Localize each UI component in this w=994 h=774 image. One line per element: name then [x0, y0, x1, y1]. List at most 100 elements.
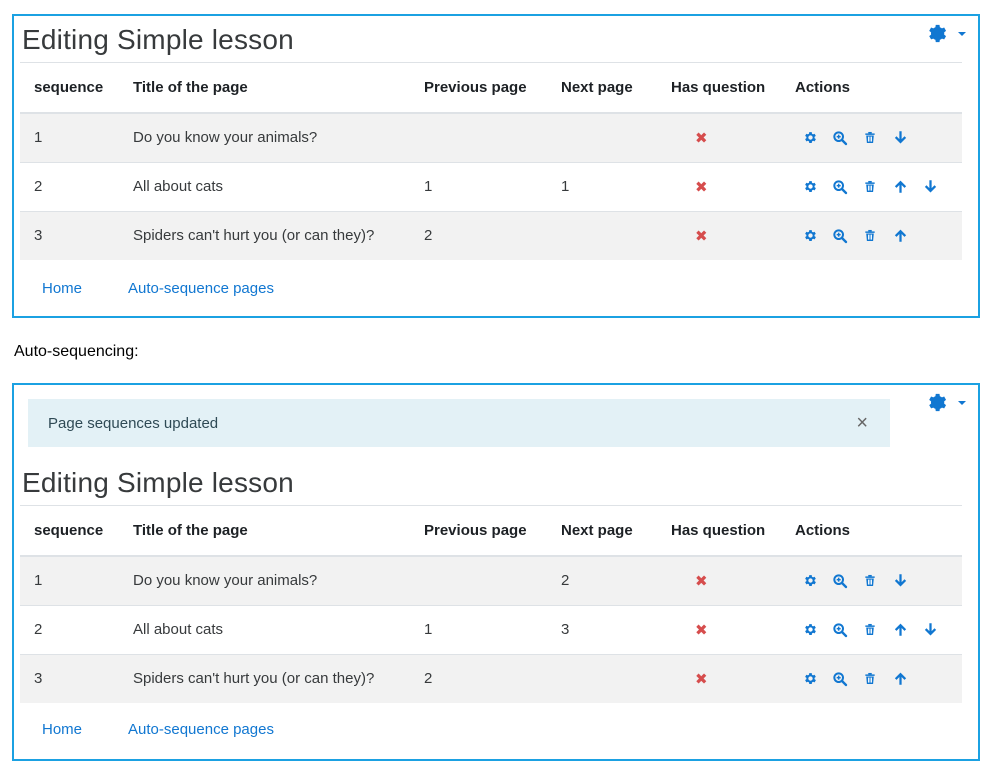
zoom-in-icon[interactable]	[825, 128, 855, 148]
arrow-up-icon[interactable]	[885, 620, 915, 640]
settings-menu[interactable]	[926, 391, 966, 413]
cell-has-question: ✖	[657, 555, 781, 605]
cross-icon: ✖	[695, 129, 708, 147]
section-label: Auto-sequencing:	[14, 343, 139, 360]
trash-icon[interactable]	[855, 177, 885, 197]
row-actions	[795, 128, 962, 148]
zoom-in-icon[interactable]	[825, 620, 855, 640]
cell-next	[547, 653, 657, 703]
cell-title: Do you know your animals?	[119, 555, 410, 605]
cell-next: 3	[547, 604, 657, 654]
row-actions	[795, 571, 962, 591]
auto-sequence-link[interactable]: Auto-sequence pages	[128, 721, 274, 738]
trash-icon[interactable]	[855, 226, 885, 246]
cell-title: Do you know your animals?	[119, 112, 410, 162]
table-row: 2 All about cats 1 1 ✖	[20, 161, 962, 211]
cell-sequence: 3	[20, 653, 119, 703]
home-link[interactable]: Home	[42, 721, 82, 738]
cell-title: Spiders can't hurt you (or can they)?	[119, 210, 410, 260]
cell-sequence: 3	[20, 210, 119, 260]
edit-gear-icon[interactable]	[795, 226, 825, 246]
cell-previous	[410, 555, 547, 605]
cell-actions	[781, 112, 962, 162]
cell-previous: 1	[410, 604, 547, 654]
home-link[interactable]: Home	[42, 280, 82, 297]
column-header-actions: Actions	[781, 506, 962, 557]
cell-actions	[781, 604, 962, 654]
lesson-edit-panel-before: Editing Simple lesson sequence Title of …	[12, 14, 980, 318]
zoom-in-icon[interactable]	[825, 669, 855, 689]
cross-icon: ✖	[695, 227, 708, 245]
zoom-in-icon[interactable]	[825, 177, 855, 197]
column-header-actions: Actions	[781, 63, 962, 114]
trash-icon[interactable]	[855, 571, 885, 591]
cell-actions	[781, 555, 962, 605]
arrow-down-icon[interactable]	[915, 177, 945, 197]
lesson-edit-panel-after: Page sequences updated × Editing Simple …	[12, 383, 980, 761]
cell-has-question: ✖	[657, 161, 781, 211]
cell-sequence: 2	[20, 604, 119, 654]
cell-has-question: ✖	[657, 653, 781, 703]
cell-sequence: 1	[20, 112, 119, 162]
column-header-previous: Previous page	[410, 506, 547, 557]
settings-menu[interactable]	[926, 22, 966, 44]
cell-sequence: 2	[20, 161, 119, 211]
edit-gear-icon[interactable]	[795, 177, 825, 197]
arrow-down-icon[interactable]	[885, 128, 915, 148]
table-row: 3 Spiders can't hurt you (or can they)? …	[20, 210, 962, 260]
gear-icon	[926, 391, 948, 413]
cell-next	[547, 112, 657, 162]
cell-actions	[781, 210, 962, 260]
column-header-sequence: sequence	[20, 63, 119, 114]
zoom-in-icon[interactable]	[825, 571, 855, 591]
auto-sequence-link[interactable]: Auto-sequence pages	[128, 280, 274, 297]
row-actions	[795, 620, 962, 640]
column-header-next: Next page	[547, 63, 657, 114]
trash-icon[interactable]	[855, 669, 885, 689]
lesson-pages-table: sequence Title of the page Previous page…	[20, 506, 962, 703]
chevron-down-icon	[958, 401, 966, 405]
cell-previous	[410, 112, 547, 162]
cross-icon: ✖	[695, 621, 708, 639]
table-header-row: sequence Title of the page Previous page…	[20, 506, 962, 557]
arrow-up-icon[interactable]	[885, 226, 915, 246]
row-actions	[795, 177, 962, 197]
cell-next: 2	[547, 555, 657, 605]
cell-previous: 2	[410, 210, 547, 260]
cross-icon: ✖	[695, 670, 708, 688]
column-header-has-question: Has question	[657, 506, 781, 557]
edit-gear-icon[interactable]	[795, 571, 825, 591]
arrow-up-icon[interactable]	[885, 177, 915, 197]
edit-gear-icon[interactable]	[795, 620, 825, 640]
edit-gear-icon[interactable]	[795, 128, 825, 148]
notification-alert: Page sequences updated ×	[28, 399, 890, 447]
edit-gear-icon[interactable]	[795, 669, 825, 689]
column-header-previous: Previous page	[410, 63, 547, 114]
trash-icon[interactable]	[855, 128, 885, 148]
table-row: 1 Do you know your animals? 2 ✖	[20, 555, 962, 605]
arrow-down-icon[interactable]	[915, 620, 945, 640]
row-actions	[795, 669, 962, 689]
cell-title: All about cats	[119, 161, 410, 211]
cell-previous: 1	[410, 161, 547, 211]
cell-has-question: ✖	[657, 112, 781, 162]
chevron-down-icon	[958, 32, 966, 36]
cell-has-question: ✖	[657, 604, 781, 654]
column-header-next: Next page	[547, 506, 657, 557]
trash-icon[interactable]	[855, 620, 885, 640]
cell-title: Spiders can't hurt you (or can they)?	[119, 653, 410, 703]
page-title: Editing Simple lesson	[22, 24, 294, 55]
column-header-sequence: sequence	[20, 506, 119, 557]
cell-next: 1	[547, 161, 657, 211]
arrow-up-icon[interactable]	[885, 669, 915, 689]
arrow-down-icon[interactable]	[885, 571, 915, 591]
table-row: 1 Do you know your animals? ✖	[20, 112, 962, 162]
cross-icon: ✖	[695, 572, 708, 590]
zoom-in-icon[interactable]	[825, 226, 855, 246]
lesson-pages-table: sequence Title of the page Previous page…	[20, 63, 962, 260]
column-header-has-question: Has question	[657, 63, 781, 114]
cell-actions	[781, 653, 962, 703]
gear-icon	[926, 22, 948, 44]
close-icon[interactable]: ×	[856, 413, 868, 433]
cell-has-question: ✖	[657, 210, 781, 260]
